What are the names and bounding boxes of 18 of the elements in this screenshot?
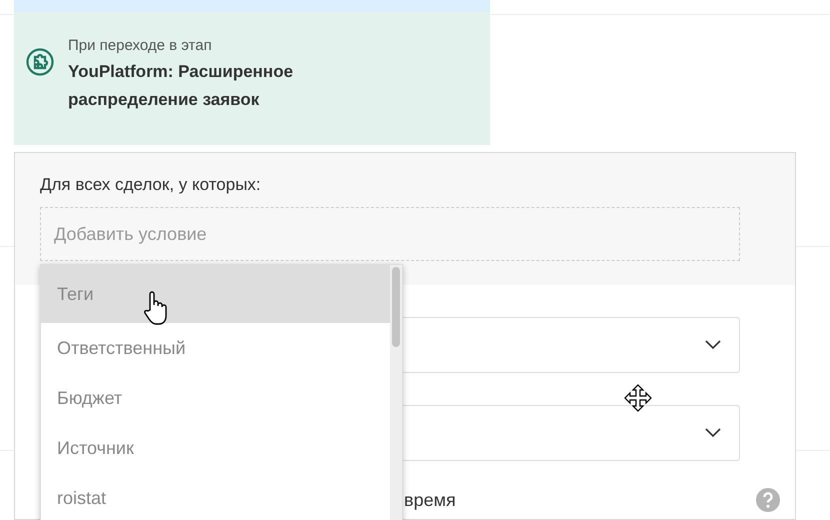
move-cursor-icon <box>623 383 653 413</box>
chevron-icon <box>705 428 721 438</box>
trigger-caption: При переходе в этап <box>68 36 213 56</box>
trigger-title: YouPlatform: Расширенное распределение заявок <box>68 61 294 111</box>
dropdown-option[interactable]: Источник <box>41 423 391 473</box>
chevron-icon <box>705 340 721 350</box>
scrollbar-thumb[interactable] <box>392 267 400 347</box>
dropdown-option[interactable]: roistat <box>41 473 391 520</box>
option-label: время <box>404 490 456 510</box>
dropdown-option[interactable]: Ответственный <box>41 323 391 373</box>
condition-label: Для всех сделок, у которых: <box>40 174 262 196</box>
dropdown-option[interactable]: Бюджет <box>41 373 391 423</box>
select-field[interactable] <box>400 405 740 461</box>
puzzle-piece-icon <box>26 48 54 76</box>
help-icon[interactable] <box>756 488 780 512</box>
select-field[interactable] <box>400 317 740 373</box>
add-condition-field[interactable]: Добавить условие <box>40 207 740 261</box>
dropdown-option[interactable]: Теги <box>41 265 391 323</box>
